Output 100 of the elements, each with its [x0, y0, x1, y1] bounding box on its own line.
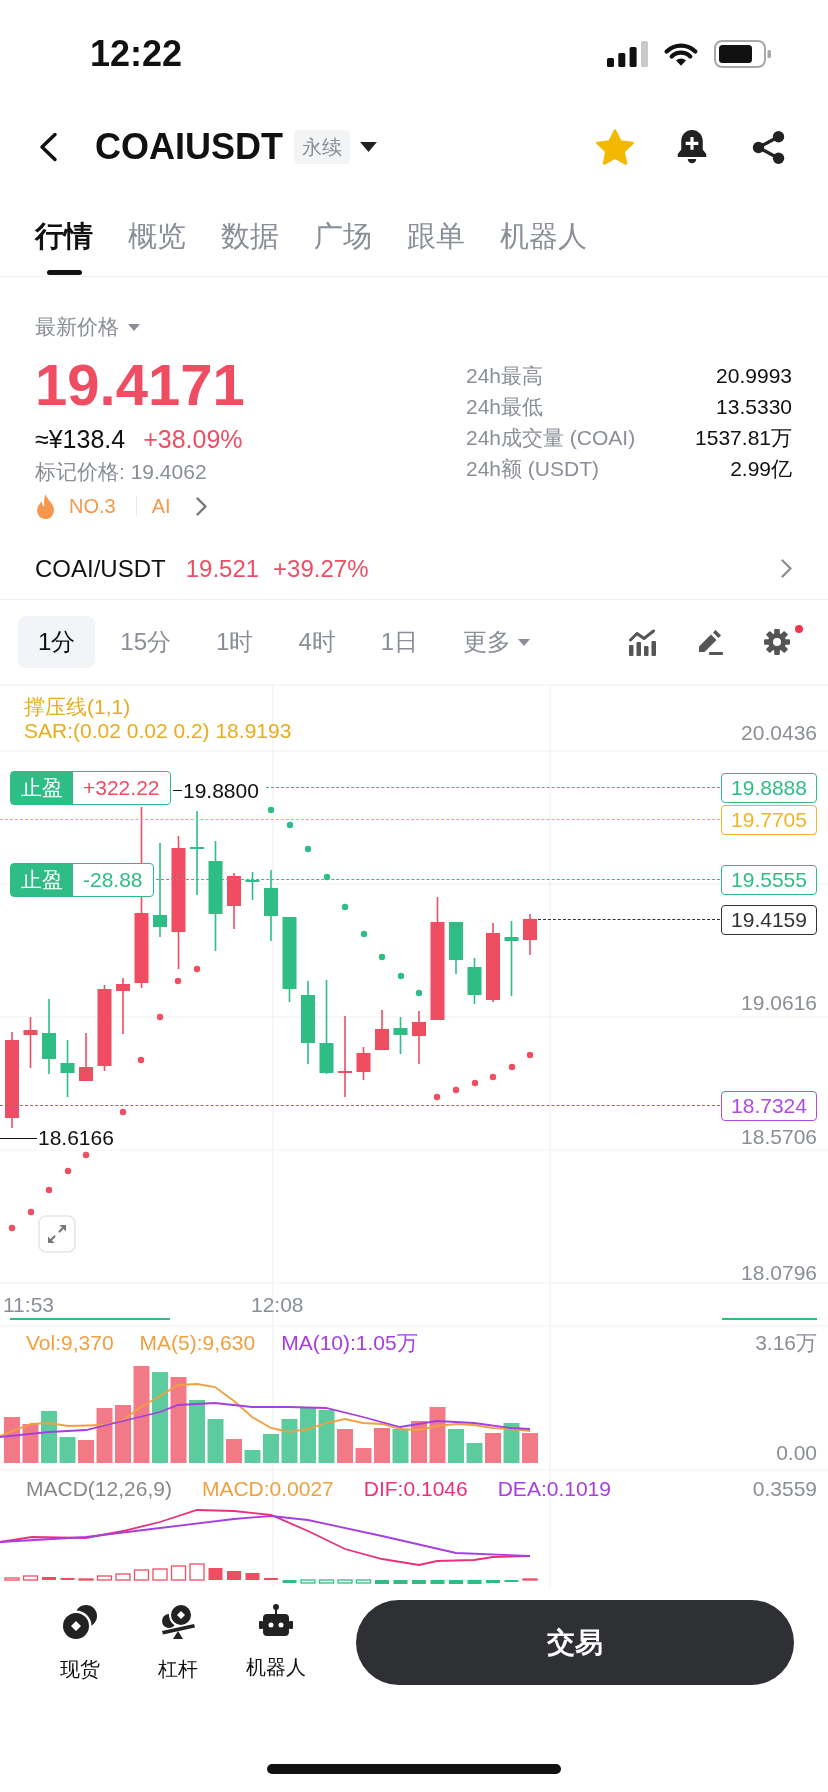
macd-axis-label: 0.3559: [752, 1476, 817, 1502]
candlestick: [245, 871, 260, 901]
sar-dot: [119, 1108, 127, 1116]
interval-tab[interactable]: 15分: [100, 616, 192, 668]
sar-dot: [489, 1073, 497, 1081]
bell-icon[interactable]: [677, 130, 707, 164]
volume-legend-item: MA(10):1.05万: [281, 1330, 418, 1356]
macd-bar: [115, 1573, 131, 1581]
tab[interactable]: 跟单: [407, 214, 465, 276]
volume-bar: [503, 1423, 520, 1463]
candlestick: [449, 921, 463, 975]
price-axis-label: 20.0436: [741, 720, 817, 746]
candlestick: [356, 1046, 371, 1081]
star-icon[interactable]: [596, 129, 634, 165]
candlestick: [523, 913, 537, 956]
price-line-label[interactable]: 19.4159: [721, 905, 817, 935]
order-type-label: 止盈: [11, 772, 73, 804]
time-axis-label: 12:08: [251, 1292, 304, 1318]
settings-icon[interactable]: [764, 629, 790, 655]
macd-bar: [133, 1569, 150, 1581]
price-line-label[interactable]: 19.5555: [721, 865, 817, 895]
interval-tab[interactable]: 1日: [360, 616, 439, 668]
back-icon[interactable]: [37, 132, 59, 162]
order-tag[interactable]: 止盈 -28.88: [10, 863, 154, 897]
candlestick: [60, 1039, 75, 1098]
tab[interactable]: 数据: [221, 214, 279, 276]
price-line-label[interactable]: 18.7324: [721, 1091, 817, 1121]
sar-dot: [286, 821, 294, 829]
macd-bar: [170, 1565, 187, 1581]
candlestick: [79, 1032, 93, 1082]
macd-bar: [227, 1571, 241, 1580]
stat-label: 24h最低: [466, 393, 544, 420]
interval-tab[interactable]: 1分: [18, 616, 96, 668]
macd-bar: [282, 1580, 297, 1583]
mark-price: 标记价格: 19.4062: [35, 459, 207, 485]
chart-icon[interactable]: [628, 628, 656, 656]
stat-label: 24h成交量 (COAI): [466, 424, 636, 451]
volume-bar: [59, 1437, 76, 1463]
chevron-right-icon[interactable]: [781, 559, 792, 578]
sar-dot: [267, 806, 275, 814]
interval-tab[interactable]: 1时: [196, 616, 274, 668]
chevron-right-icon[interactable]: [195, 496, 207, 516]
time-axis-label: 11:53: [3, 1292, 54, 1318]
status-time: 12:22: [90, 34, 183, 74]
price-line-label[interactable]: 19.8888: [721, 773, 817, 803]
caret-icon: [518, 638, 531, 646]
volume-bar: [355, 1448, 372, 1463]
sar-dot: [378, 953, 386, 961]
macd-bar: [4, 1577, 20, 1581]
volume-bar: [4, 1417, 20, 1463]
spot-price: 19.521: [185, 553, 260, 584]
interval-tab[interactable]: 更多: [443, 616, 551, 668]
tab[interactable]: 行情: [35, 214, 93, 276]
pnl-value: +322.22: [82, 775, 161, 801]
sar-dot: [360, 930, 368, 938]
share-icon[interactable]: [752, 130, 785, 164]
macd-bar: [96, 1575, 113, 1581]
sar-dot: [415, 989, 423, 997]
flame-icon: [35, 493, 56, 519]
stat-value: 1537.81万: [695, 424, 792, 451]
macd-bar: [22, 1575, 39, 1581]
caret-icon[interactable]: [360, 142, 377, 152]
candlestick: [23, 1016, 38, 1069]
volume-axis-label: 0.00: [776, 1440, 817, 1466]
nav-item[interactable]: 现货: [40, 1604, 120, 1682]
macd-bar: [375, 1580, 389, 1584]
interval-tab[interactable]: 4时: [278, 616, 356, 668]
candlestick: [375, 1009, 389, 1051]
sar-dot: [174, 977, 182, 985]
volume-bar: [300, 1407, 316, 1463]
macd-legend-item: DEA:0.1019: [497, 1476, 611, 1502]
macd-legend-item: MACD(12,26,9): [26, 1476, 172, 1502]
price-change: +38.09%: [143, 424, 243, 455]
fiat-price: ≈¥138.4: [35, 424, 126, 455]
nav-item[interactable]: 杠杆: [138, 1604, 218, 1682]
sar-dot: [508, 1063, 516, 1071]
price-line-label[interactable]: 19.7705: [721, 805, 817, 835]
volume-bar: [41, 1411, 57, 1463]
order-tag[interactable]: 止盈 +322.22: [10, 771, 171, 805]
trade-button[interactable]: 交易: [356, 1600, 794, 1685]
candlestick: [412, 1010, 426, 1065]
nav-item[interactable]: 机器人: [236, 1604, 316, 1680]
sar-dot: [8, 1224, 16, 1232]
sar-dot: [526, 1051, 534, 1059]
tab[interactable]: 概览: [128, 214, 186, 276]
sar-dot: [82, 1151, 90, 1159]
pencil-icon[interactable]: [697, 629, 723, 655]
signal-icon: [607, 41, 648, 67]
price-axis-label: 18.0796: [741, 1260, 817, 1286]
volume-bar: [96, 1408, 113, 1463]
macd-bar: [42, 1577, 56, 1580]
volume-bar: [374, 1428, 390, 1463]
tab[interactable]: 机器人: [500, 214, 587, 276]
sar-dot: [193, 965, 201, 973]
wifi-icon: [664, 41, 698, 67]
stat-value: 20.9993: [716, 363, 792, 388]
macd-bar: [152, 1568, 168, 1581]
tab[interactable]: 广场: [314, 214, 372, 276]
expand-icon[interactable]: [38, 1215, 76, 1253]
stat-value: 13.5330: [716, 394, 792, 419]
